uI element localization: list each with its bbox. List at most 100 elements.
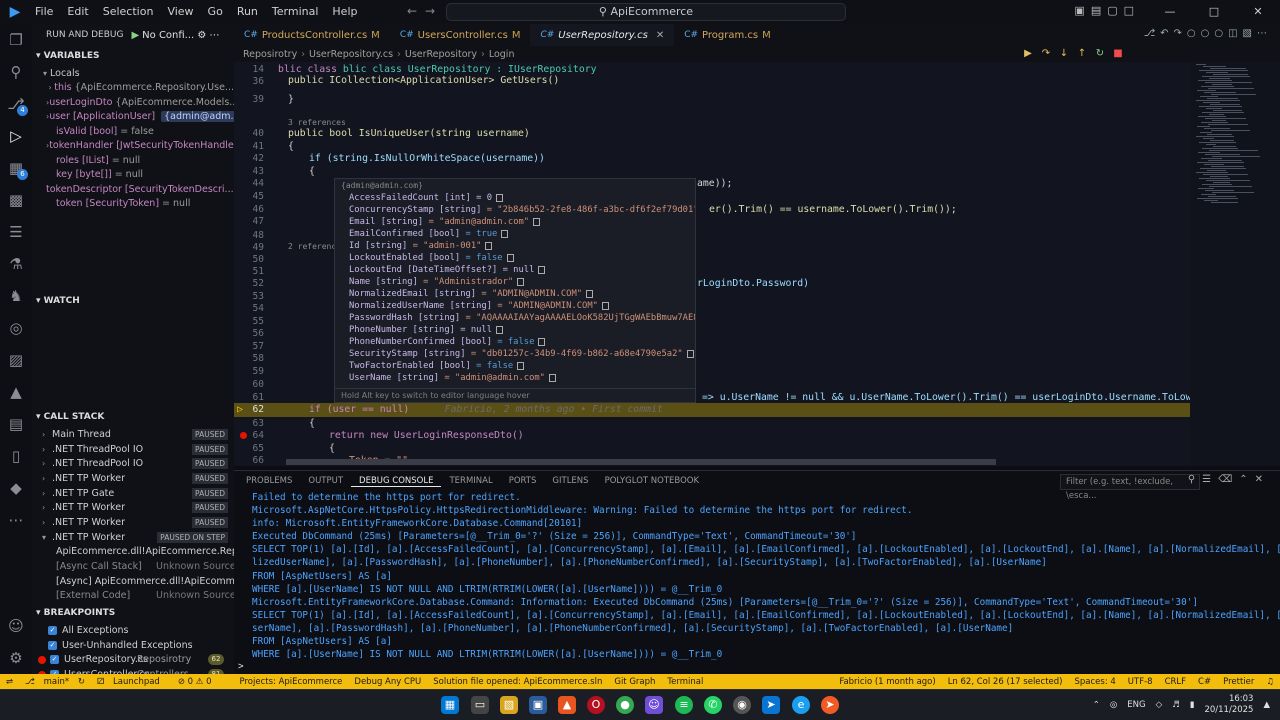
thread-row[interactable]: › Main Thread PAUSED	[32, 427, 234, 442]
console-filter-input[interactable]: Filter (e.g. text, !exclude, \esca...	[1060, 474, 1200, 501]
codelens-references[interactable]: 3 references	[288, 118, 346, 127]
copy-value-icon[interactable]	[601, 301, 609, 310]
git-graph-status[interactable]: Git Graph	[608, 677, 661, 687]
breakpoint-row[interactable]: ✓ UserRepository.cs Reposirotry 62	[32, 653, 234, 668]
copy-value-icon[interactable]	[686, 349, 694, 358]
thread-row[interactable]: › .NET TP Worker PAUSED	[32, 500, 234, 515]
search-icon[interactable]: ⚲	[0, 56, 32, 88]
breakpoint-row[interactable]: ✓ All Exceptions	[32, 623, 234, 638]
brave-icon[interactable]: ▲	[558, 696, 576, 714]
menu-go[interactable]: Go	[201, 0, 230, 24]
encoding-status[interactable]: UTF-8	[1122, 677, 1159, 687]
solution-status[interactable]: Solution file opened: ApiEcommerce.sln	[427, 677, 608, 687]
tab-debug-console[interactable]: DEBUG CONSOLE	[351, 476, 442, 487]
copy-value-icon[interactable]	[548, 373, 556, 382]
copy-value-icon[interactable]	[485, 241, 493, 250]
prettier-status[interactable]: Prettier	[1217, 677, 1260, 687]
minimize-icon[interactable]: —	[1148, 0, 1192, 24]
run-debug-icon[interactable]: ▷	[0, 120, 32, 152]
console-prompt[interactable]: >	[238, 661, 244, 672]
mic-icon[interactable]: ◎	[1110, 700, 1117, 710]
breadcrumb-method[interactable]: Login	[489, 49, 515, 60]
thread-row[interactable]: › .NET TP Worker PAUSED	[32, 515, 234, 530]
problems-status[interactable]: ⊘ 0 ⚠ 0	[172, 677, 218, 687]
command-center-search[interactable]: ⚲ ApiEcommerce	[446, 3, 846, 21]
editor-actions[interactable]: ⎇↶↷○○○◫▧⋯	[1144, 28, 1272, 39]
copy-value-icon[interactable]	[517, 361, 525, 370]
hover-property-row[interactable]: Email [string] = "admin@admin.com"	[335, 216, 695, 228]
clock[interactable]: 16:03 20/11/2025	[1204, 694, 1253, 716]
source-control-icon[interactable]: ⎇ 4	[0, 88, 32, 120]
tab-user-repository[interactable]: C# UserRepository.cs ✕	[530, 24, 675, 46]
close-tab-icon[interactable]: ✕	[656, 30, 664, 41]
windows-start-icon[interactable]: ▦	[441, 696, 459, 714]
network-icon[interactable]: ◇	[1156, 700, 1163, 710]
hover-property-row[interactable]: Id [string] = "admin-001"	[335, 240, 695, 252]
hover-property-row[interactable]: SecurityStamp [string] = "db01257c-34b9-…	[335, 348, 695, 360]
menu-selection[interactable]: Selection	[96, 0, 161, 24]
hover-property-row[interactable]: UserName [string] = "admin@admin.com"	[335, 372, 695, 384]
stack-frame-row[interactable]: ApiEcommerce.dll!ApiEcommerce.Reposit...	[32, 545, 234, 560]
hover-property-row[interactable]: Name [string] = "Administrador"	[335, 276, 695, 288]
account-icon[interactable]: ☺	[0, 610, 32, 642]
tab-gitlens[interactable]: GITLENS	[544, 476, 596, 486]
variable-row[interactable]: › tokenHandler [JwtSecurityTokenHandler..…	[32, 139, 234, 154]
minimap[interactable]	[1190, 62, 1280, 466]
edge-icon[interactable]: e	[792, 696, 810, 714]
hover-property-row[interactable]: AccessFailedCount [int] = 0	[335, 192, 695, 204]
notifications-icon[interactable]: ♫	[1260, 677, 1280, 687]
variable-row[interactable]: tokenDescriptor [SecurityTokenDescri...	[32, 182, 234, 197]
hover-property-row[interactable]: NormalizedEmail [string] = "ADMIN@ADMIN.…	[335, 288, 695, 300]
variable-row[interactable]: › userLoginDto {ApiEcommerce.Models...	[32, 95, 234, 110]
hover-property-row[interactable]: NormalizedUserName [string] = "ADMIN@ADM…	[335, 300, 695, 312]
start-debug-icon[interactable]: ▶	[131, 30, 139, 41]
eol-status[interactable]: CRLF	[1159, 677, 1192, 687]
variable-row[interactable]: roles [IList] = null	[32, 153, 234, 168]
thread-row[interactable]: › .NET TP Worker PAUSED	[32, 471, 234, 486]
tab-polyglot-notebook[interactable]: POLYGLOT NOTEBOOK	[597, 476, 707, 486]
watch-section-header[interactable]: ▾ WATCH	[32, 291, 234, 311]
spotify-icon[interactable]: ≡	[675, 696, 693, 714]
gitlens-icon[interactable]: ◎	[0, 312, 32, 344]
file-explorer-icon[interactable]: ▧	[500, 696, 518, 714]
debug-config-status[interactable]: Debug Any CPU	[348, 677, 427, 687]
hover-property-row[interactable]: LockoutEnd [DateTimeOffset?] = null	[335, 264, 695, 276]
azure-icon[interactable]: ▲	[0, 376, 32, 408]
menu-edit[interactable]: Edit	[60, 0, 95, 24]
variable-row[interactable]: key [byte[]] = null	[32, 168, 234, 183]
volume-icon[interactable]: ♬	[1172, 700, 1180, 710]
variables-section-header[interactable]: ▾ VARIABLES	[32, 46, 234, 66]
variable-row[interactable]: token [SecurityToken] = null	[32, 197, 234, 212]
thread-row[interactable]: › .NET ThreadPool IO PAUSED	[32, 456, 234, 471]
hover-property-row[interactable]: ConcurrencyStamp [string] = "2b846b52-2f…	[335, 204, 695, 216]
task-view-icon[interactable]: ▭	[471, 696, 489, 714]
breadcrumb-class[interactable]: UserRepository	[405, 49, 477, 60]
remote-icon[interactable]: ⇌	[0, 677, 19, 687]
store-icon[interactable]: ▣	[529, 696, 547, 714]
github-icon[interactable]: ◉	[733, 696, 751, 714]
copy-value-icon[interactable]	[586, 289, 594, 298]
stack-frame-row[interactable]: [External Code] Unknown Source	[32, 589, 234, 604]
branch-status[interactable]: ⎇ main* ↻	[19, 677, 91, 687]
tab-users-controller[interactable]: C# UsersController.cs M	[390, 24, 531, 46]
launchpad-status[interactable]: ⚂ Launchpad	[91, 677, 172, 687]
breakpoint-row[interactable]: ✓UsersController.csControllers81	[32, 667, 234, 674]
hover-property-row[interactable]: TwoFactorEnabled [bool] = false	[335, 360, 695, 372]
hover-property-row[interactable]: PhoneNumber [string] = null	[335, 324, 695, 336]
menu-view[interactable]: View	[160, 0, 200, 24]
testing-icon[interactable]: ⚗	[0, 248, 32, 280]
remote-explorer-icon[interactable]: ▩	[0, 184, 32, 216]
hover-property-row[interactable]: LockoutEnabled [bool] = false	[335, 252, 695, 264]
menu-run[interactable]: Run	[230, 0, 265, 24]
postman-icon[interactable]: ➤	[821, 696, 839, 714]
copy-value-icon[interactable]	[506, 253, 514, 262]
copilot-icon[interactable]: ♞	[0, 280, 32, 312]
copy-value-icon[interactable]	[538, 337, 546, 346]
copy-value-icon[interactable]	[517, 277, 525, 286]
indentation-status[interactable]: Spaces: 4	[1068, 677, 1121, 687]
tab-problems[interactable]: PROBLEMS	[238, 476, 300, 486]
tab-program[interactable]: C# Program.cs M	[674, 24, 781, 46]
panel-actions[interactable]: ⚲☰⌫⌃✕	[1188, 474, 1270, 485]
breakpoint-icon[interactable]	[240, 432, 247, 439]
chat-icon[interactable]: ☰	[0, 216, 32, 248]
